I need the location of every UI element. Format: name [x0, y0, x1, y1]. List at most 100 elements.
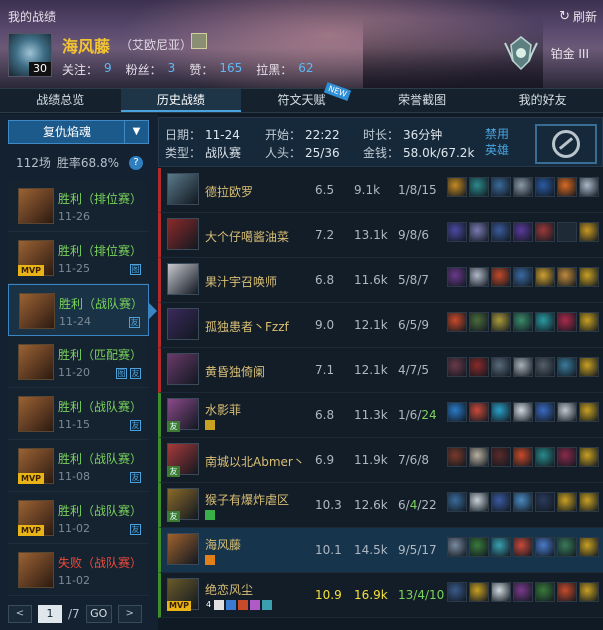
go-button[interactable]: GO	[85, 605, 112, 623]
prev-page-button[interactable]: <	[8, 605, 32, 623]
champion-portrait[interactable]	[167, 173, 199, 205]
player-row[interactable]: 德拉欧罗 6.5 9.1k 1/8/15	[158, 168, 603, 213]
item-icon[interactable]	[469, 222, 489, 242]
item-icon[interactable]	[447, 537, 467, 557]
item-icon[interactable]	[469, 582, 489, 602]
item-icon[interactable]	[579, 267, 599, 287]
item-icon[interactable]	[535, 222, 555, 242]
tab-runes[interactable]: 符文天赋 NEW	[241, 82, 362, 112]
item-icon[interactable]	[513, 537, 533, 557]
item-icon[interactable]	[579, 537, 599, 557]
item-icon[interactable]	[579, 582, 599, 602]
item-icon[interactable]	[447, 222, 467, 242]
player-name[interactable]: 猴子有爆炸虐区	[205, 491, 289, 508]
champion-portrait[interactable]	[167, 353, 199, 385]
refresh-button[interactable]: ↻ 刷新	[559, 8, 597, 25]
item-icon[interactable]	[557, 267, 577, 287]
item-icon[interactable]	[535, 582, 555, 602]
item-icon[interactable]	[579, 447, 599, 467]
item-icon[interactable]	[535, 537, 555, 557]
item-icon[interactable]	[557, 312, 577, 332]
match-list-item[interactable]: 胜利（战队赛） 11-15 友	[8, 388, 149, 440]
item-icon[interactable]	[469, 312, 489, 332]
item-icon[interactable]	[579, 312, 599, 332]
tab-overview[interactable]: 战绩总览	[0, 89, 121, 112]
player-row[interactable]: 大个仔噶酱油菜 7.2 13.1k 9/8/6	[158, 213, 603, 258]
item-icon[interactable]	[579, 357, 599, 377]
player-name[interactable]: 水影菲	[205, 401, 241, 418]
tab-screenshots[interactable]: 荣誉截图	[362, 89, 483, 112]
follow-count[interactable]: 9	[104, 61, 112, 78]
item-icon[interactable]	[447, 492, 467, 512]
match-list-item[interactable]: 胜利（排位赛） 11-26	[8, 180, 149, 232]
item-icon[interactable]	[579, 177, 599, 197]
item-icon[interactable]	[469, 177, 489, 197]
player-row[interactable]: 黄昏独倚阑 7.1 12.1k 4/7/5	[158, 348, 603, 393]
avatar[interactable]: 30	[8, 33, 52, 77]
item-icon[interactable]	[447, 447, 467, 467]
item-icon[interactable]	[557, 177, 577, 197]
item-icon[interactable]	[491, 402, 511, 422]
champion-portrait[interactable]	[167, 263, 199, 295]
item-icon[interactable]	[579, 492, 599, 512]
item-icon[interactable]	[447, 177, 467, 197]
item-icon[interactable]	[469, 537, 489, 557]
champion-portrait[interactable]	[167, 308, 199, 340]
item-icon[interactable]	[557, 492, 577, 512]
player-name[interactable]: 南城以北Abmer丶	[205, 453, 305, 470]
match-list-item[interactable]: MVP 胜利（战队赛） 11-08 友	[8, 440, 149, 492]
item-icon[interactable]	[535, 447, 555, 467]
item-icon[interactable]	[513, 177, 533, 197]
tab-history[interactable]: 历史战绩	[120, 89, 242, 112]
item-icon[interactable]	[513, 357, 533, 377]
player-row[interactable]: 友 南城以北Abmer丶 6.9 11.9k 7/6/8	[158, 438, 603, 483]
player-row[interactable]: 孤独患者丶Fzzf 9.0 12.1k 6/5/9	[158, 303, 603, 348]
item-icon[interactable]	[535, 492, 555, 512]
item-icon[interactable]	[469, 447, 489, 467]
match-list-item[interactable]: 失败（战队赛） 11-02	[8, 544, 149, 596]
item-icon[interactable]	[579, 222, 599, 242]
item-icon[interactable]	[579, 402, 599, 422]
item-icon[interactable]	[513, 582, 533, 602]
item-icon[interactable]	[491, 222, 511, 242]
item-icon[interactable]	[513, 402, 533, 422]
next-page-button[interactable]: >	[117, 605, 142, 623]
item-icon[interactable]	[491, 177, 511, 197]
item-icon[interactable]	[557, 357, 577, 377]
player-row[interactable]: 海风藤 10.1 14.5k 9/5/17	[158, 528, 603, 573]
player-name[interactable]: 德拉欧罗	[205, 183, 253, 200]
item-icon[interactable]	[513, 447, 533, 467]
player-row[interactable]: 友 猴子有爆炸虐区 10.3 12.6k 6/4/22	[158, 483, 603, 528]
item-icon[interactable]	[513, 267, 533, 287]
match-list-item[interactable]: MVP 胜利（战队赛） 11-02 友	[8, 492, 149, 544]
item-icon[interactable]	[469, 492, 489, 512]
item-icon[interactable]	[557, 537, 577, 557]
item-icon[interactable]	[491, 582, 511, 602]
chevron-down-icon[interactable]: ▼	[124, 121, 148, 143]
player-row[interactable]: 友 水影菲 6.8 11.3k 1/6/24	[158, 393, 603, 438]
item-icon[interactable]	[535, 267, 555, 287]
item-icon[interactable]	[535, 357, 555, 377]
player-name[interactable]: 大个仔噶酱油菜	[205, 228, 289, 245]
champion-select-dropdown[interactable]: 复仇焰魂 ▼	[8, 120, 149, 144]
item-icon[interactable]	[491, 492, 511, 512]
item-icon[interactable]	[491, 357, 511, 377]
champion-portrait[interactable]	[167, 218, 199, 250]
item-icon[interactable]	[447, 312, 467, 332]
player-name[interactable]: 海风藤	[205, 536, 241, 553]
item-icon[interactable]	[447, 582, 467, 602]
item-icon[interactable]	[513, 312, 533, 332]
item-icon[interactable]	[557, 402, 577, 422]
player-name[interactable]: 黄昏独倚阑	[205, 363, 265, 380]
match-list-item[interactable]: 胜利（匹配赛） 11-20 图友	[8, 336, 149, 388]
item-icon[interactable]	[447, 267, 467, 287]
help-icon[interactable]: ?	[129, 155, 144, 170]
item-icon[interactable]	[513, 222, 533, 242]
item-icon[interactable]	[469, 402, 489, 422]
item-icon[interactable]	[535, 177, 555, 197]
item-icon[interactable]	[535, 402, 555, 422]
item-icon[interactable]	[491, 267, 511, 287]
ban-slot[interactable]	[535, 124, 597, 164]
player-name[interactable]: 果汁宇召唤师	[205, 273, 277, 290]
item-icon[interactable]	[447, 357, 467, 377]
